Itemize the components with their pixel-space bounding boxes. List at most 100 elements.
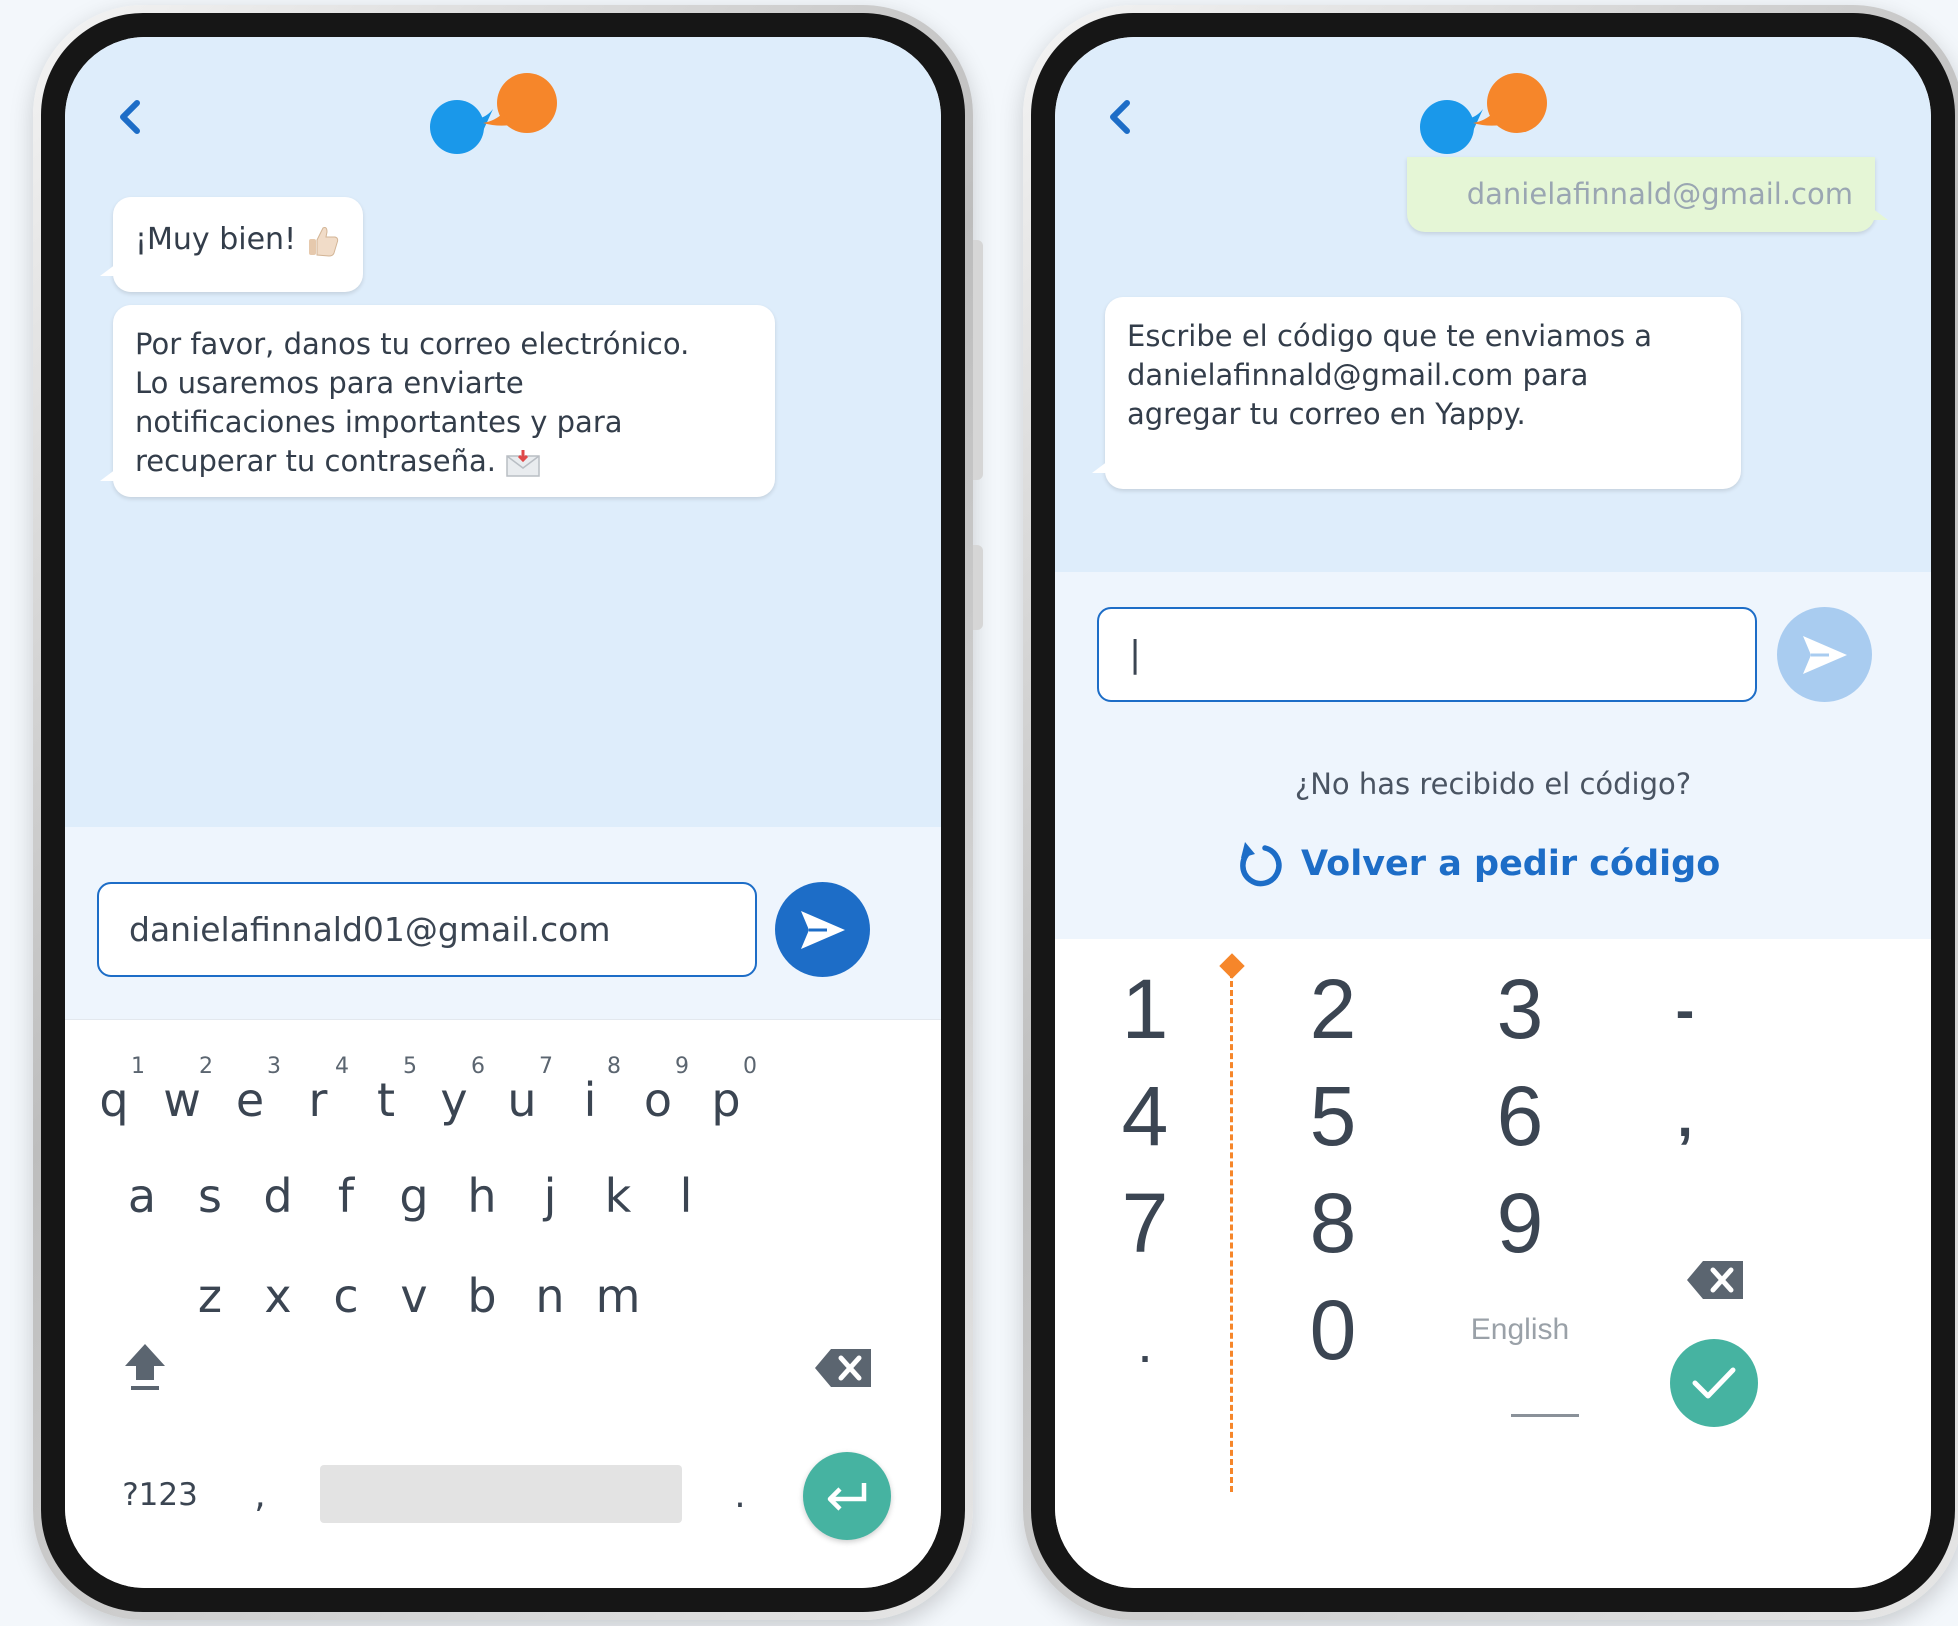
bot-message-line: agregar tu correo en Yappy. — [1127, 397, 1526, 431]
numpad-key-2[interactable]: 2 — [1253, 954, 1413, 1064]
send-icon — [800, 910, 845, 949]
key-hint: 5 — [403, 1054, 417, 1079]
key-w[interactable]: w2 — [147, 1054, 217, 1140]
chat-bubbles-logo-icon — [430, 73, 557, 154]
key-i[interactable]: i8 — [555, 1054, 625, 1140]
bot-message-bubble: Por favor, danos tu correo electrónico. … — [100, 305, 775, 497]
key-e[interactable]: e3 — [215, 1054, 285, 1140]
enter-icon — [827, 1483, 867, 1511]
key-hint: 7 — [539, 1054, 553, 1079]
key-hint: 6 — [471, 1054, 485, 1079]
chevron-left-icon[interactable] — [1105, 97, 1135, 137]
numpad-key-comma[interactable]: , — [1605, 1061, 1765, 1171]
key-g[interactable]: g — [379, 1156, 449, 1236]
key-hint: 0 — [743, 1054, 757, 1079]
key-l[interactable]: l — [651, 1156, 721, 1236]
numpad-key-dash[interactable]: - — [1605, 954, 1765, 1064]
keyboard: ?123 , . q1w2e3r4t5y6u7i8o9p0asdfghjklzx… — [65, 1019, 941, 1588]
key-hint: 4 — [335, 1054, 349, 1079]
language-underline — [1511, 1414, 1579, 1417]
user-message-text: danielafinnald@gmail.com — [1466, 177, 1853, 211]
bot-message-bubble: Escribe el código que te enviamos a dani… — [1092, 297, 1741, 489]
numeric-keypad: 1 2 3- 4 5 6, 7 8 9. 0 English — [1055, 939, 1931, 1588]
email-input[interactable]: danielafinnald01@gmail.com — [97, 882, 757, 977]
key-a[interactable]: a — [107, 1156, 177, 1236]
key-y[interactable]: y6 — [419, 1054, 489, 1140]
numpad-key-9[interactable]: 9 — [1440, 1168, 1600, 1278]
key-u[interactable]: u7 — [487, 1054, 557, 1140]
key-p[interactable]: p0 — [691, 1054, 761, 1140]
numpad-key-5[interactable]: 5 — [1253, 1061, 1413, 1171]
thumbs-up-icon — [308, 226, 338, 257]
key-o[interactable]: o9 — [623, 1054, 693, 1140]
key-r[interactable]: r4 — [283, 1054, 353, 1140]
backspace-icon[interactable] — [1685, 1257, 1747, 1303]
comma-key[interactable]: , — [235, 1460, 285, 1530]
numpad-key-3[interactable]: 3 — [1440, 954, 1600, 1064]
bot-message-line: Por favor, danos tu correo electrónico. — [135, 327, 690, 361]
key-q[interactable]: q1 — [79, 1054, 149, 1140]
chat-bubbles-logo-icon — [1420, 73, 1547, 154]
bot-message-line: notificaciones importantes y para — [135, 405, 623, 439]
key-d[interactable]: d — [243, 1156, 313, 1236]
send-button[interactable] — [775, 882, 870, 977]
space-bar[interactable] — [320, 1465, 682, 1523]
key-hint: 1 — [131, 1054, 145, 1079]
numpad-key-6[interactable]: 6 — [1440, 1061, 1600, 1171]
key-s[interactable]: s — [175, 1156, 245, 1236]
key-hint: 8 — [607, 1054, 621, 1079]
numpad-key-1[interactable]: 1 — [1065, 954, 1225, 1064]
key-z[interactable]: z — [175, 1256, 245, 1336]
key-letter: q — [99, 1073, 129, 1127]
key-j[interactable]: j — [515, 1156, 585, 1236]
key-letter: y — [440, 1073, 468, 1127]
period-key[interactable]: . — [715, 1460, 765, 1530]
code-input[interactable]: | — [1097, 607, 1757, 702]
key-letter: p — [711, 1073, 741, 1127]
key-t[interactable]: t5 — [351, 1054, 421, 1140]
chevron-left-icon[interactable] — [115, 97, 145, 137]
key-f[interactable]: f — [311, 1156, 381, 1236]
enter-button[interactable] — [803, 1452, 891, 1540]
resend-code-link[interactable]: Volver a pedir código — [1235, 834, 1720, 894]
shift-icon[interactable] — [121, 1340, 169, 1392]
left-input-area: danielafinnald01@gmail.com — [65, 827, 941, 1019]
numpad-key-period[interactable]: . — [1065, 1275, 1225, 1385]
numpad-key-8[interactable]: 8 — [1253, 1168, 1413, 1278]
envelope-icon — [506, 450, 540, 477]
send-icon — [1802, 635, 1847, 674]
right-phone-frame: danielafinnald@gmail.com Escribe el códi… — [1023, 5, 1958, 1620]
bot-message-line: danielafinnald@gmail.com para — [1127, 358, 1589, 392]
bot-message-text: ¡Muy bien! — [135, 222, 306, 257]
send-button[interactable] — [1777, 607, 1872, 702]
key-n[interactable]: n — [515, 1256, 585, 1336]
key-k[interactable]: k — [583, 1156, 653, 1236]
key-v[interactable]: v — [379, 1256, 449, 1336]
email-input-value: danielafinnald01@gmail.com — [129, 910, 611, 949]
right-screen: danielafinnald@gmail.com Escribe el códi… — [1055, 37, 1931, 1588]
bot-message-line: recuperar tu contraseña. — [135, 444, 506, 478]
key-h[interactable]: h — [447, 1156, 517, 1236]
numpad-key-4[interactable]: 4 — [1065, 1061, 1225, 1171]
numpad-key-0[interactable]: 0 — [1253, 1275, 1413, 1385]
key-letter: i — [583, 1073, 597, 1127]
code-not-received-text: ¿No has recibido el código? — [1294, 767, 1692, 801]
bot-message-bubble: ¡Muy bien! — [100, 197, 363, 292]
numpad-key-7[interactable]: 7 — [1065, 1168, 1225, 1278]
key-hint: 2 — [199, 1054, 213, 1079]
key-m[interactable]: m — [583, 1256, 653, 1336]
key-c[interactable]: c — [311, 1256, 381, 1336]
key-x[interactable]: x — [243, 1256, 313, 1336]
key-letter: o — [643, 1073, 673, 1127]
left-phone-frame: ¡Muy bien! Por favor, danos tu correo el… — [33, 5, 973, 1620]
backspace-icon[interactable] — [813, 1345, 875, 1391]
done-button[interactable] — [1670, 1339, 1758, 1427]
language-key[interactable]: English — [1440, 1275, 1600, 1385]
text-cursor: | — [1129, 634, 1142, 675]
key-hint: 9 — [675, 1054, 689, 1079]
check-icon — [1692, 1367, 1736, 1399]
symbols-key[interactable]: ?123 — [105, 1460, 215, 1530]
phone-side-button — [973, 240, 983, 480]
key-b[interactable]: b — [447, 1256, 517, 1336]
right-phone-bezel: danielafinnald@gmail.com Escribe el códi… — [1031, 13, 1955, 1612]
